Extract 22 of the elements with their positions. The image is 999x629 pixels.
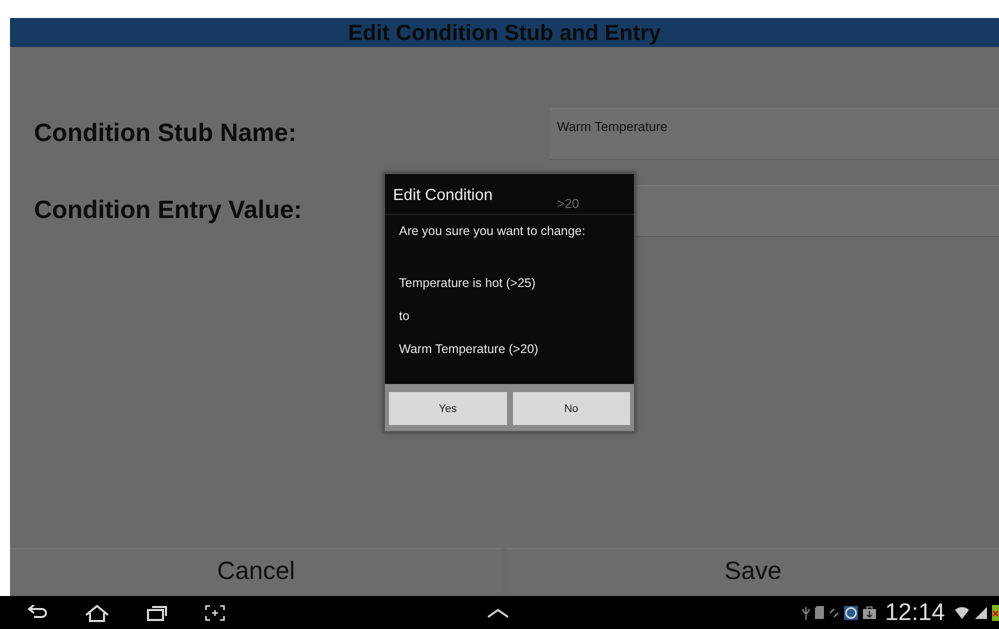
home-icon[interactable] [84,604,110,622]
dialog-button[interactable]: Yes [389,392,506,425]
battery-icon [992,604,999,620]
caret-up-icon[interactable] [486,606,510,618]
dialog-text: Temperature is hot (>25) [399,275,537,292]
field-label: Condition Entry Value: [33,196,304,225]
app-badge-icon [844,606,858,620]
sd-card-icon [814,606,824,619]
input-field[interactable]: Warm Temperature [550,108,999,160]
download-bag-icon [862,606,876,619]
screenshot-icon[interactable] [204,604,226,622]
dialog-text: to [399,308,410,325]
dialog-text: Warm Temperature (>20) [399,341,540,358]
clock-time: 12:14 [884,598,945,626]
app-title: Edit Condition Stub and Entry [10,18,999,47]
back-icon[interactable] [26,604,48,620]
field-label: Condition Stub Name: [33,119,298,148]
wifi-icon [954,604,970,620]
usb-icon [802,606,810,620]
dialog-button[interactable]: No [512,392,630,425]
recent-apps-icon[interactable] [146,604,168,622]
signal-icon [975,606,987,618]
